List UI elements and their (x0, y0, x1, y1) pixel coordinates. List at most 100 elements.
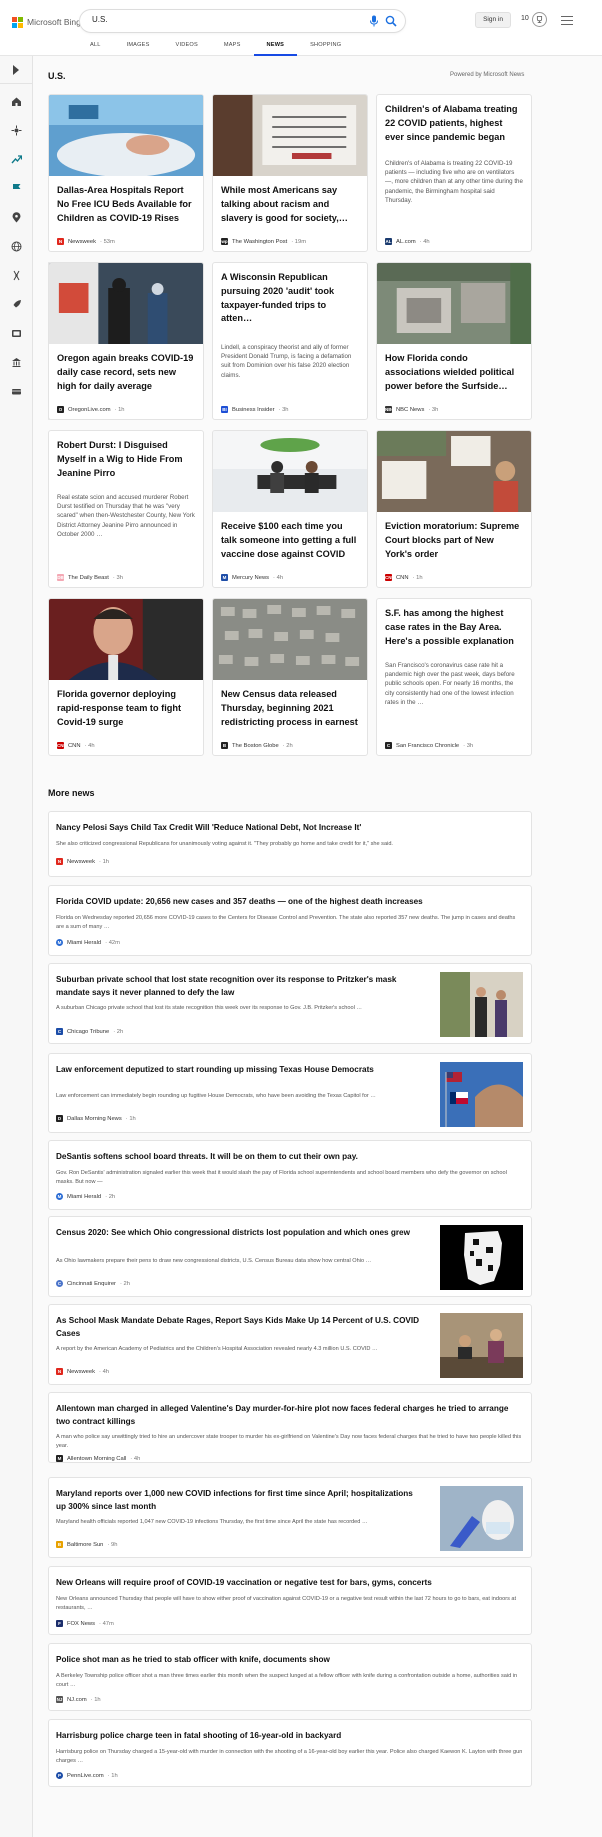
card-title[interactable]: Oregon again breaks COVID-19 daily case … (57, 352, 195, 393)
item-source: NJ NJ.com · 1h (56, 1696, 101, 1703)
item-source: N Newsweek · 1h (56, 858, 110, 865)
washington-post-logo-icon: wp (221, 238, 228, 245)
news-list-item[interactable]: Harrisburg police charge teen in fatal s… (48, 1719, 532, 1787)
card-title[interactable]: A Wisconsin Republican pursuing 2020 'au… (221, 271, 359, 326)
card-title[interactable]: Dallas-Area Hospitals Report No Free ICU… (57, 184, 195, 225)
globe-icon[interactable] (11, 241, 22, 252)
tab-images[interactable]: IMAGES (114, 40, 163, 56)
item-title[interactable]: Allentown man charged in alleged Valenti… (56, 1402, 523, 1428)
card-source: CNN CNN · 1h (385, 574, 423, 581)
tab-videos[interactable]: VIDEOS (163, 40, 211, 56)
politics-icon[interactable] (11, 357, 22, 368)
oregonlive-logo-icon: O (57, 406, 64, 413)
item-snippet: New Orleans announced Thursday that peop… (56, 1596, 517, 1612)
local-icon[interactable] (11, 125, 22, 136)
card-title[interactable]: Robert Durst: I Disguised Myself in a Wi… (57, 439, 195, 480)
news-card[interactable]: While most Americans say talking about r… (212, 94, 368, 252)
item-title[interactable]: DeSantis softens school board threats. I… (56, 1150, 523, 1163)
card-source: wp The Washington Post · 19m (221, 238, 307, 245)
news-card[interactable]: Robert Durst: I Disguised Myself in a Wi… (48, 430, 204, 588)
item-title[interactable]: New Orleans will require proof of COVID-… (56, 1576, 523, 1589)
news-card[interactable]: A Wisconsin Republican pursuing 2020 'au… (212, 262, 368, 420)
news-list-item[interactable]: Law enforcement deputized to start round… (48, 1053, 532, 1133)
card-title[interactable]: How Florida condo associations wielded p… (385, 352, 523, 393)
item-title[interactable]: Nancy Pelosi Says Child Tax Credit Will … (56, 821, 523, 834)
item-title[interactable]: Census 2020: See which Ohio congressiona… (56, 1226, 421, 1239)
search-icon[interactable] (385, 15, 397, 27)
tab-all[interactable]: ALL (90, 40, 114, 56)
news-list-item[interactable]: As School Mask Mandate Debate Rages, Rep… (48, 1304, 532, 1385)
nbc-peacock-logo-icon: NBC (385, 406, 395, 413)
news-card[interactable]: S.F. has among the highest case rates in… (376, 598, 532, 756)
item-title[interactable]: Harrisburg police charge teen in fatal s… (56, 1729, 523, 1742)
condo-aerial-photo (377, 263, 531, 344)
news-list-item[interactable]: Allentown man charged in alleged Valenti… (48, 1392, 532, 1463)
news-card[interactable]: Dallas-Area Hospitals Report No Free ICU… (48, 94, 204, 252)
brand-name: Microsoft Bing (27, 17, 81, 27)
card-snippet: San Francisco's coronavirus case rate hi… (385, 662, 515, 706)
expand-rail-button[interactable] (0, 56, 33, 84)
card-title[interactable]: While most Americans say talking about r… (221, 184, 359, 225)
search-box[interactable]: U.S. (80, 10, 405, 32)
miami-herald-logo-icon: M (56, 1193, 63, 1200)
news-list-item[interactable]: DeSantis softens school board threats. I… (48, 1140, 532, 1210)
item-title[interactable]: Suburban private school that lost state … (56, 973, 421, 999)
newsweek-logo-icon: N (56, 858, 63, 865)
news-card[interactable]: Florida governor deploying rapid-respons… (48, 598, 204, 756)
news-list-item[interactable]: Maryland reports over 1,000 new COVID in… (48, 1477, 532, 1558)
rewards-points[interactable]: 10 (521, 15, 529, 22)
news-list-item[interactable]: Census 2020: See which Ohio congressiona… (48, 1216, 532, 1297)
trending-icon[interactable] (11, 154, 22, 165)
bing-logo[interactable]: Microsoft Bing (12, 15, 81, 29)
newsweek-logo-icon: N (56, 1368, 63, 1375)
item-title[interactable]: Law enforcement deputized to start round… (56, 1063, 421, 1076)
item-source: N Newsweek · 4h (56, 1368, 110, 1375)
item-snippet: A Berkeley Township police officer shot … (56, 1673, 518, 1689)
news-list-item[interactable]: Florida COVID update: 20,656 new cases a… (48, 885, 532, 956)
news-list-item[interactable]: Police shot man as he tried to stab offi… (48, 1643, 532, 1711)
card-title[interactable]: New Census data released Thursday, begin… (221, 688, 359, 729)
card-title[interactable]: S.F. has among the highest case rates in… (385, 607, 523, 648)
world-location-icon[interactable] (11, 212, 22, 223)
texas-capitol-photo (440, 1062, 523, 1127)
card-title[interactable]: Florida governor deploying rapid-respons… (57, 688, 195, 729)
us-news-flag-icon[interactable] (11, 183, 22, 194)
item-title[interactable]: Maryland reports over 1,000 new COVID in… (56, 1487, 421, 1513)
item-title[interactable]: As School Mask Mandate Debate Rages, Rep… (56, 1314, 421, 1340)
science-icon[interactable] (11, 270, 22, 281)
news-card[interactable]: How Florida condo associations wielded p… (376, 262, 532, 420)
ohio-district-map (440, 1225, 523, 1290)
cincinnati-enquirer-logo-icon: C (56, 1280, 63, 1287)
news-card[interactable]: Receive $100 each time you talk someone … (212, 430, 368, 588)
card-title[interactable]: Receive $100 each time you talk someone … (221, 520, 359, 561)
news-card[interactable]: Eviction moratorium: Supreme Court block… (376, 430, 532, 588)
tab-maps[interactable]: MAPS (211, 40, 254, 56)
rewards-trophy-icon[interactable] (532, 12, 547, 27)
eviction-protest-photo (377, 431, 531, 512)
tab-shopping[interactable]: SHOPPING (297, 40, 354, 56)
news-list-item[interactable]: New Orleans will require proof of COVID-… (48, 1566, 532, 1635)
news-card[interactable]: New Census data released Thursday, begin… (212, 598, 368, 756)
news-card[interactable]: Oregon again breaks COVID-19 daily case … (48, 262, 204, 420)
search-input[interactable]: U.S. (92, 15, 108, 24)
tab-news[interactable]: NEWS (253, 40, 298, 56)
item-title[interactable]: Florida COVID update: 20,656 new cases a… (56, 895, 523, 908)
item-source: B Baltimore Sun · 9h (56, 1541, 118, 1548)
card-source: AL AL.com · 4h (385, 238, 430, 245)
florida-governor-photo (49, 599, 203, 680)
technology-rocket-icon[interactable] (11, 299, 22, 310)
card-title[interactable]: Children's of Alabama treating 22 COVID … (385, 103, 523, 144)
menu-icon[interactable] (561, 16, 573, 25)
money-icon[interactable] (11, 386, 22, 397)
section-title: U.S. (48, 71, 66, 81)
microphone-icon[interactable] (369, 15, 379, 27)
news-list-item[interactable]: Suburban private school that lost state … (48, 963, 532, 1044)
entertainment-icon[interactable] (11, 328, 22, 339)
baltimore-sun-logo-icon: B (56, 1541, 63, 1548)
news-card[interactable]: Children's of Alabama treating 22 COVID … (376, 94, 532, 252)
news-list-item[interactable]: Nancy Pelosi Says Child Tax Credit Will … (48, 811, 532, 877)
card-title[interactable]: Eviction moratorium: Supreme Court block… (385, 520, 523, 561)
item-title[interactable]: Police shot man as he tried to stab offi… (56, 1653, 523, 1666)
sign-in-button[interactable]: Sign in (475, 12, 511, 28)
home-icon[interactable] (11, 96, 22, 107)
